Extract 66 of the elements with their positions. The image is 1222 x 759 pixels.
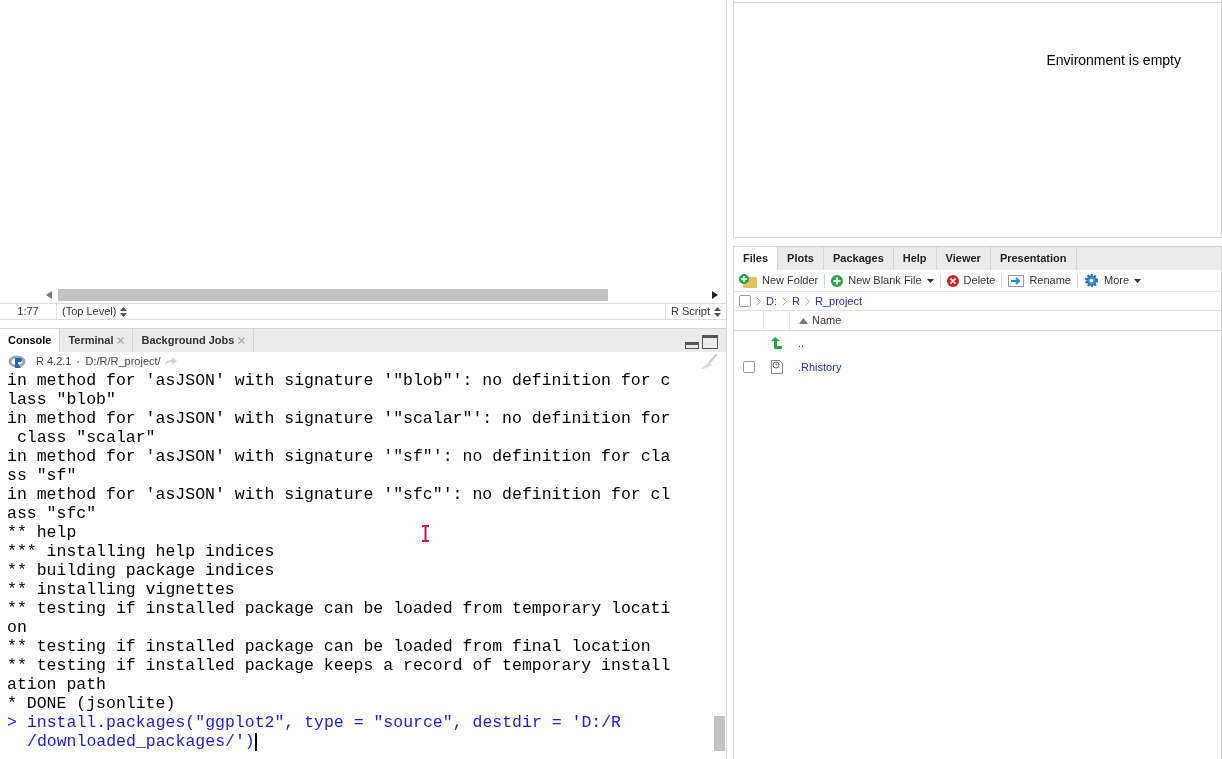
console-output-line: in method for 'asJSON' with signature '"scalar"': no definition for — [7, 409, 671, 428]
row-checkbox[interactable] — [743, 361, 755, 373]
close-icon[interactable] — [238, 337, 246, 344]
console-output-line: ** installing vignettes — [7, 580, 235, 599]
scroll-right-icon[interactable] — [712, 291, 718, 299]
breadcrumb-link[interactable]: D: — [766, 292, 777, 310]
console-output-line: in method for 'asJSON' with signature '"blob"': no definition for c — [7, 371, 671, 390]
vertical-scrollbar-thumb[interactable] — [713, 716, 725, 751]
select-all-checkbox[interactable] — [739, 295, 751, 307]
scroll-left-icon[interactable] — [46, 291, 52, 299]
console-output-line: ** testing if installed package can be loaded from temporary locati — [7, 599, 671, 618]
console-output-line: on — [7, 618, 27, 637]
console-output-line: lass "blob" — [7, 390, 116, 409]
console-output-line: ass "sfc" — [7, 504, 97, 523]
scope-selector[interactable]: (Top Level) — [57, 303, 128, 320]
history-file-icon — [771, 360, 783, 374]
minimize-icon[interactable] — [685, 341, 699, 349]
r-version: R 4.2.1 — [36, 354, 72, 370]
file-name-link[interactable]: .. — [790, 334, 805, 352]
console-output-line: ss "sf" — [7, 466, 77, 485]
up-arrow-icon — [770, 337, 784, 349]
arrow-icon[interactable] — [163, 357, 177, 366]
r-logo-icon — [8, 355, 26, 368]
name-column-header[interactable]: Name — [790, 312, 842, 329]
settings-icon — [1084, 273, 1099, 288]
chevron-icon — [804, 296, 810, 306]
console-input-line: /downloaded_packages/') — [27, 732, 255, 751]
pane-tab[interactable]: Files — [734, 247, 779, 270]
cursor-position: 1:77 — [0, 303, 57, 320]
toolbar-button[interactable]: Rename — [1008, 272, 1071, 289]
toolbar-button[interactable]: More — [1084, 272, 1142, 289]
breadcrumb-link[interactable]: R_project — [814, 292, 863, 310]
file-type-selector[interactable]: R Script — [664, 303, 726, 320]
console-output-line: ** building package indices — [7, 561, 275, 580]
rename-icon — [1008, 274, 1025, 287]
updown-icon — [714, 306, 721, 317]
close-icon[interactable] — [117, 337, 125, 344]
delete-icon — [946, 274, 959, 287]
breadcrumb-link[interactable]: R — [792, 292, 800, 310]
console-output-line: ** testing if installed package can be loaded from final location — [7, 637, 651, 656]
maximize-icon[interactable] — [702, 335, 718, 349]
console-output-line: * DONE (jsonlite) — [7, 694, 176, 713]
console-output-line: ation path — [7, 675, 107, 694]
console-prompt: > — [7, 713, 17, 732]
chevron-icon — [756, 296, 761, 306]
console-output-line: class "scalar" — [15, 428, 156, 447]
plus-icon — [831, 274, 844, 287]
chevron-icon — [782, 296, 787, 306]
console-output-line: ** testing if installed package keeps a record of temporary install — [7, 656, 671, 675]
file-name-link[interactable]: .Rhistory — [790, 358, 842, 376]
toolbar-button[interactable]: New Folder — [739, 272, 819, 289]
empty-environment-message: Environment is empty — [1046, 51, 1181, 70]
toolbar-button[interactable]: Delete — [946, 272, 996, 289]
updown-icon — [120, 306, 128, 317]
working-directory: D:/R/R_project/ — [85, 354, 161, 370]
console-output-line: in method for 'asJSON' with signature '"sf"': no definition for cla — [7, 447, 671, 466]
folder-plus-icon — [739, 273, 757, 288]
toolbar-button[interactable]: New Blank File — [831, 272, 934, 289]
console-input-line: install.packages("ggplot2", type = "source", destdir = 'D:/R — [26, 713, 621, 732]
text-caret — [254, 733, 257, 751]
text-cursor-icon — [421, 525, 430, 542]
console-output-line: *** installing help indices — [7, 542, 275, 561]
console-output-line: in method for 'asJSON' with signature '"sfc"': no definition for cl — [7, 485, 671, 504]
sort-up-icon — [799, 317, 808, 324]
console-tab[interactable]: Console — [0, 329, 61, 352]
console-output-line: ** help — [7, 523, 77, 542]
